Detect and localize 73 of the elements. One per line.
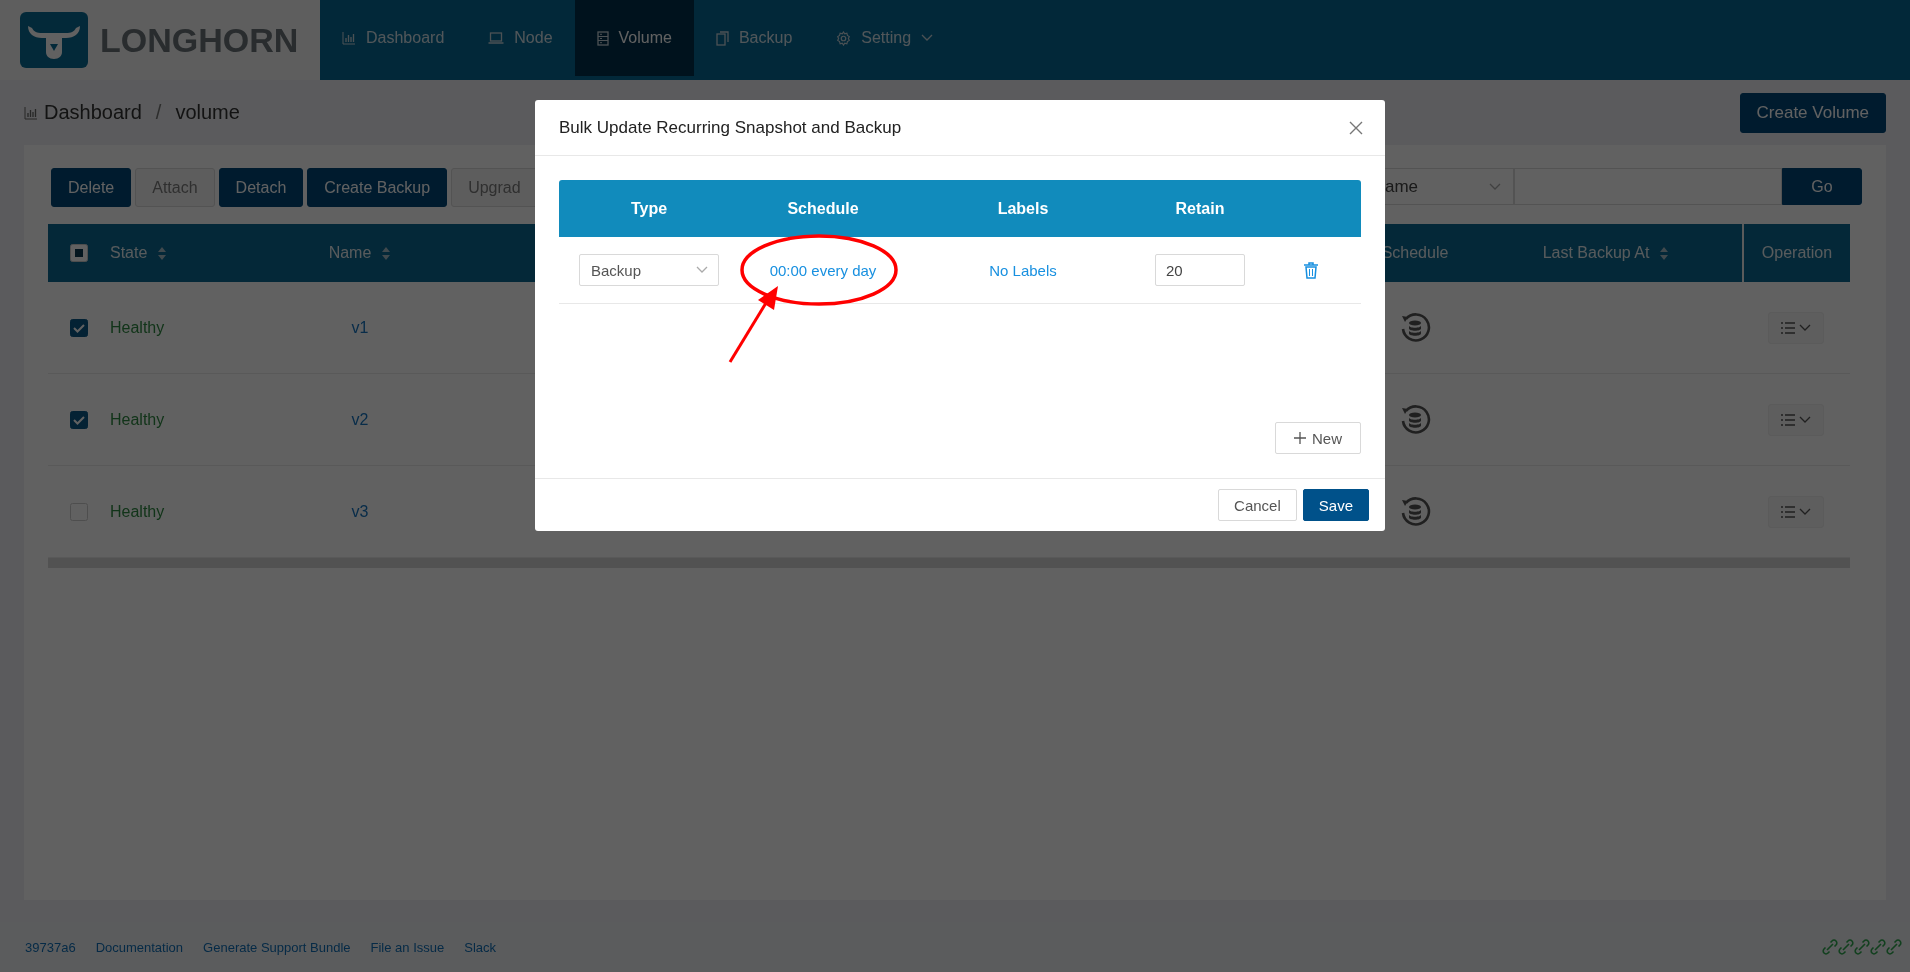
toolbar-button[interactable]: Create Backup: [307, 168, 448, 207]
select-all-checkbox[interactable]: [70, 244, 88, 262]
caret-icon: [696, 266, 708, 274]
column-header: Schedule: [1380, 243, 1450, 263]
labels-link[interactable]: No Labels: [989, 261, 1057, 279]
sort-icon: [381, 245, 392, 261]
caret-icon: [1799, 507, 1811, 516]
footer-link[interactable]: Documentation: [95, 939, 184, 955]
column-header[interactable]: State: [110, 224, 240, 282]
status-text: Healthy: [110, 318, 165, 337]
row-checkbox[interactable]: [70, 318, 88, 337]
server-icon: [596, 30, 609, 46]
retain-field[interactable]: 20: [1155, 254, 1245, 286]
column-header: Operation: [1742, 224, 1850, 282]
footer-link[interactable]: File an Issue: [370, 939, 445, 955]
breadcrumb-current: volume: [175, 101, 240, 124]
go-button[interactable]: Go: [1782, 168, 1862, 205]
new-button[interactable]: New: [1275, 422, 1361, 454]
laptop-icon: [488, 31, 505, 45]
breadcrumb-link[interactable]: Dashboard: [44, 101, 142, 124]
recurring-database-icon: [1399, 495, 1431, 528]
nav-tab[interactable]: Backup: [693, 0, 815, 76]
caret-icon: [1799, 323, 1811, 332]
column-header[interactable]: Last Backup At: [1470, 224, 1742, 282]
type-select[interactable]: Backup: [579, 254, 719, 286]
status-text: Healthy: [110, 410, 165, 429]
close-icon[interactable]: [1349, 120, 1363, 135]
chevron-down-icon: [921, 34, 934, 42]
operation-menu-button[interactable]: [1768, 495, 1824, 528]
nav-tab[interactable]: Dashboard: [320, 0, 467, 76]
dialog-button[interactable]: Cancel: [1218, 489, 1297, 521]
status-text: Healthy: [110, 502, 165, 521]
settings-icon: [836, 30, 852, 46]
sort-icon: [1659, 245, 1670, 261]
toolbar-button[interactable]: Detach: [218, 168, 304, 207]
sort-icon: [157, 245, 168, 261]
breadcrumb-separator: /: [155, 101, 162, 124]
column-header: Type: [630, 199, 668, 218]
row-checkbox[interactable]: [70, 410, 88, 429]
create-volume-button[interactable]: Create Volume: [1739, 92, 1886, 133]
bar-chart-icon: [24, 105, 38, 120]
recurring-database-icon: [1399, 311, 1431, 344]
volume-name-link[interactable]: v2: [351, 410, 369, 429]
caret-icon: [1799, 415, 1811, 424]
column-header: Labels: [997, 199, 1049, 218]
nav-tab[interactable]: Volume: [574, 0, 694, 76]
trash-icon[interactable]: [1304, 261, 1318, 279]
volume-name-link[interactable]: v3: [351, 502, 369, 521]
column-header[interactable]: Name: [240, 224, 480, 282]
operation-menu-button[interactable]: [1768, 403, 1824, 436]
footer-link[interactable]: Slack: [464, 939, 496, 955]
column-header: Schedule: [787, 199, 859, 218]
bar-chart-icon: [342, 31, 356, 45]
copy-icon: [715, 30, 729, 46]
logo-icon: [20, 12, 88, 68]
list-icon: [1781, 413, 1795, 426]
caret-icon: [1489, 182, 1501, 191]
schedule-link[interactable]: 00:00 every day: [769, 261, 877, 279]
plus-icon: [1294, 432, 1306, 444]
column-header: Retain: [1175, 199, 1225, 218]
dialog-title: Bulk Update Recurring Snapshot and Backup: [559, 117, 902, 138]
footer-link[interactable]: 39737a6: [25, 939, 76, 955]
recurring-database-icon: [1399, 403, 1431, 436]
toolbar-button[interactable]: Delete: [51, 168, 132, 207]
nav-tab[interactable]: Setting: [814, 0, 956, 76]
footer-link[interactable]: Generate Support Bundle: [203, 939, 351, 955]
list-icon: [1781, 321, 1795, 334]
dialog-button[interactable]: Save: [1302, 489, 1369, 521]
search-field[interactable]: [1514, 168, 1782, 205]
list-icon: [1781, 505, 1795, 518]
nav-tab[interactable]: Node: [466, 0, 575, 76]
volume-name-link[interactable]: v1: [351, 318, 369, 337]
operation-menu-button[interactable]: [1768, 311, 1824, 344]
